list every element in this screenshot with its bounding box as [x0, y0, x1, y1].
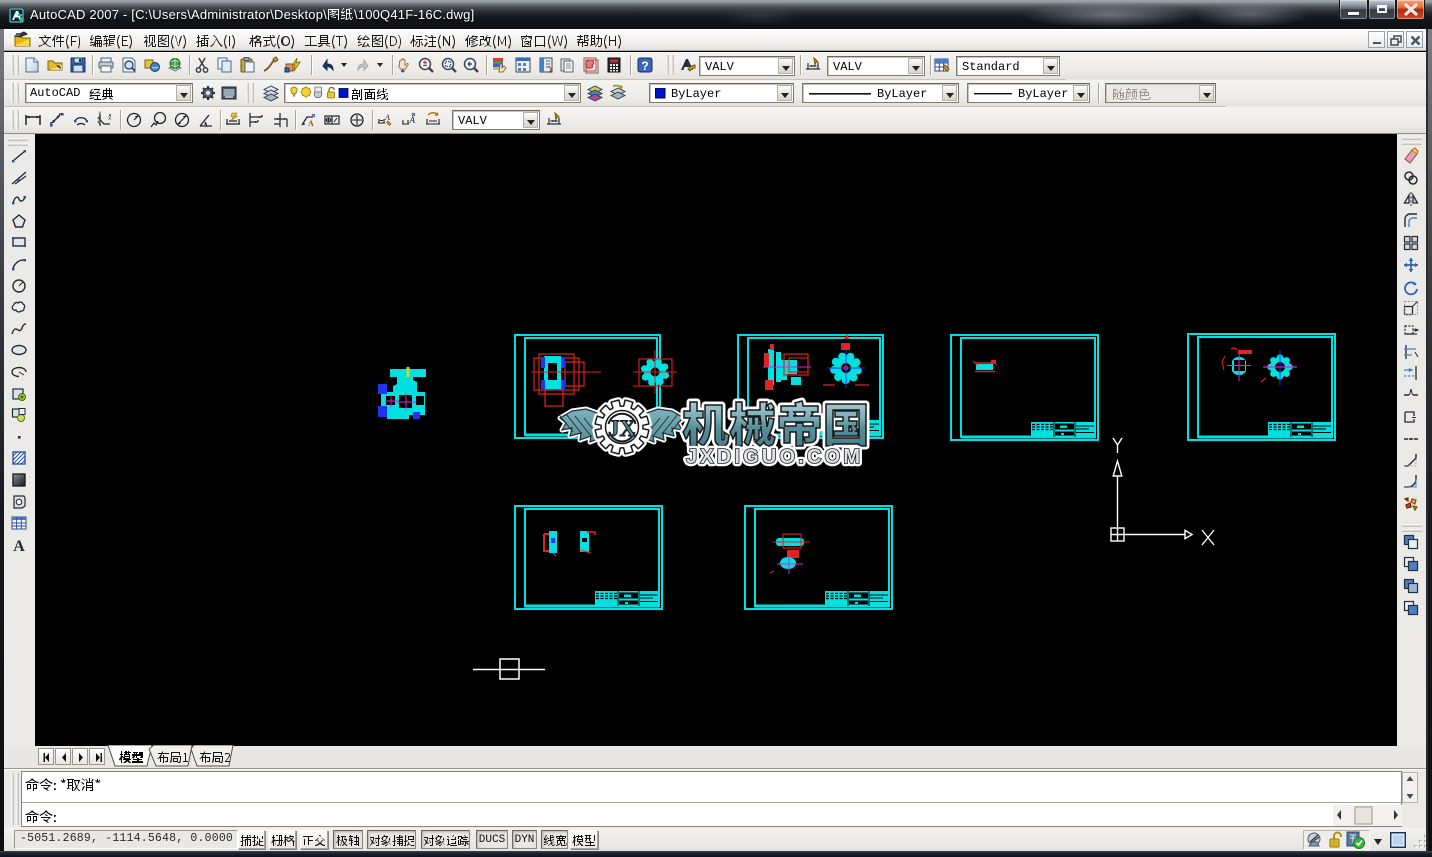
svg-text:X: X [108, 116, 112, 122]
svg-text:A: A [384, 113, 390, 122]
svg-text:A: A [409, 115, 416, 125]
svg-text:?: ? [641, 59, 648, 73]
svg-text:JXDIGUO.COM: JXDIGUO.COM [686, 446, 862, 468]
svg-text:JX: JX [608, 416, 637, 441]
svg-text:Y: Y [98, 112, 102, 118]
svg-text:A: A [13, 538, 25, 554]
svg-text:A: A [308, 119, 314, 128]
